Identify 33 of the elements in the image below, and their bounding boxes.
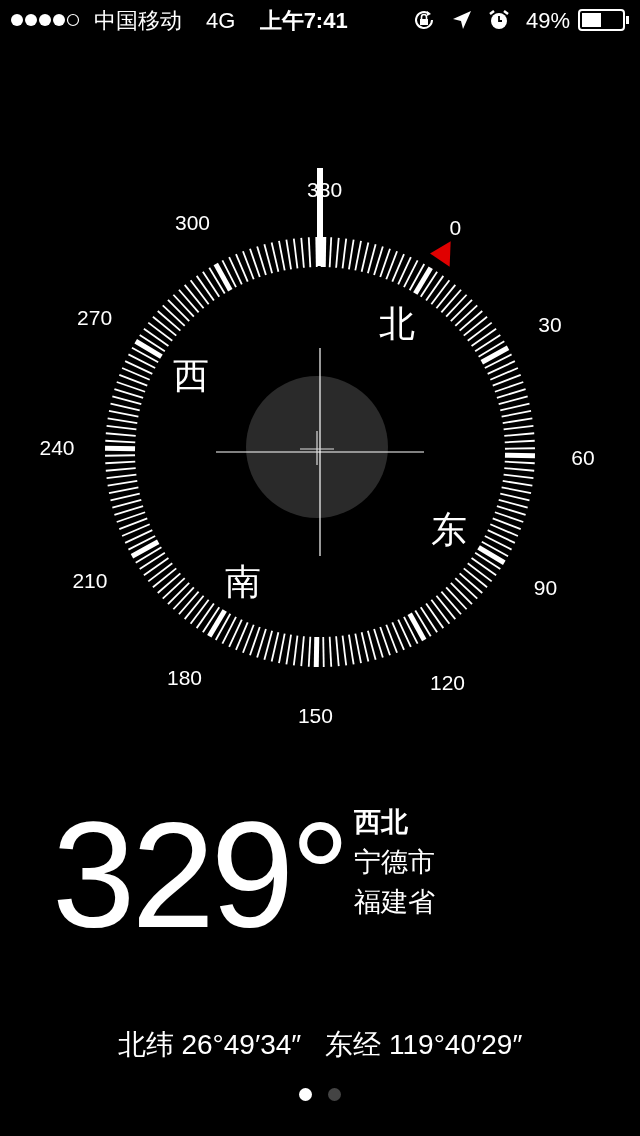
- level-cross: [299, 430, 335, 466]
- status-time: 上午7:41: [259, 7, 348, 33]
- page-indicator-dot[interactable]: [328, 1088, 341, 1101]
- degree-label: 270: [77, 305, 113, 329]
- city-label: 宁德市: [354, 846, 436, 879]
- degree-label: 90: [533, 576, 558, 600]
- cardinal-label: 北: [379, 303, 416, 345]
- degree-label: 150: [297, 703, 333, 727]
- degree-label: 240: [39, 436, 75, 460]
- north-marker: [430, 241, 451, 267]
- heading-degrees: 329°: [52, 800, 347, 950]
- page-indicator-dot[interactable]: [299, 1088, 312, 1101]
- cardinal-label: 西: [173, 354, 210, 396]
- direction-label: 西北: [354, 806, 410, 839]
- carrier-name: 中国移动: [94, 6, 182, 35]
- longitude-label: 东经 119°40′29″: [325, 1028, 523, 1062]
- latitude-label: 北纬 26°49′34″: [117, 1028, 302, 1062]
- degree-label: 300: [174, 211, 210, 234]
- cardinal-label: 南: [224, 560, 261, 602]
- location-arrow-icon: [451, 10, 472, 30]
- degree-label: 180: [167, 666, 203, 690]
- cardinal-label: 东: [430, 509, 467, 551]
- degree-label: 120: [430, 671, 466, 694]
- battery-icon: [578, 9, 630, 31]
- signal-icon: [10, 12, 82, 28]
- network-type: 4G: [206, 6, 236, 35]
- alarm-clock-icon: [487, 9, 510, 31]
- degree-label: 210: [72, 568, 108, 592]
- degree-label: 60: [571, 445, 595, 469]
- province-label: 福建省: [354, 886, 436, 919]
- battery-percentage: 49%: [525, 6, 570, 35]
- degree-label: 30: [538, 313, 562, 337]
- degree-label: 0: [449, 215, 462, 239]
